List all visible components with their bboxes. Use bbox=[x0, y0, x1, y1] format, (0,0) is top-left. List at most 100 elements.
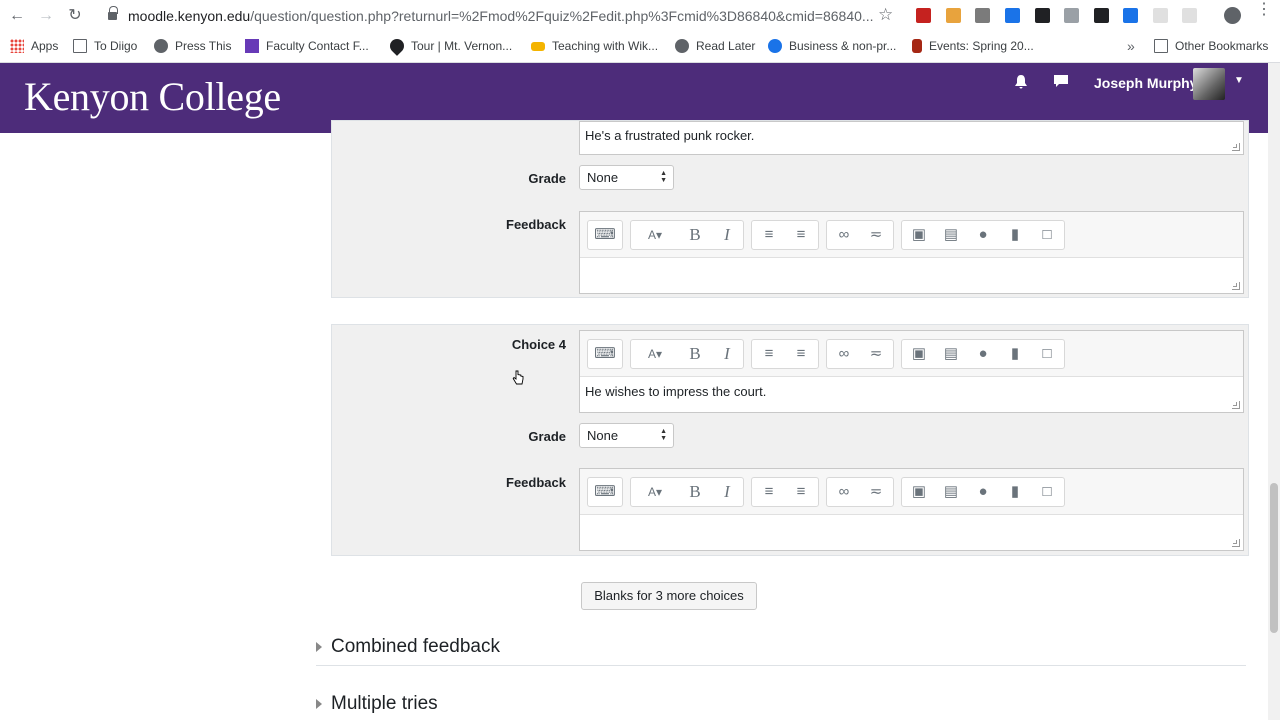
b-extension-icon[interactable] bbox=[1094, 8, 1109, 23]
show-more-buttons-icon[interactable]: ⌨ bbox=[589, 221, 621, 249]
choice-4-editor[interactable]: ⌨ A▾ B I ≡ ≡ ∞ ≂ ▣ ▤ ● ▮ □ He wishes to … bbox=[579, 330, 1244, 413]
pen-extension-icon[interactable] bbox=[946, 8, 961, 23]
browser-menu-icon[interactable]: ⋮ bbox=[1256, 2, 1272, 18]
show-more-buttons-icon[interactable]: ⌨ bbox=[589, 340, 621, 368]
unlink-icon[interactable]: ≂ bbox=[860, 221, 892, 249]
unlink-icon[interactable]: ≂ bbox=[860, 478, 892, 506]
bookmark-star-icon[interactable]: ☆ bbox=[878, 5, 893, 25]
other-bookmarks[interactable]: Other Bookmarks bbox=[1154, 39, 1268, 53]
choice-3-grade-select[interactable]: None ▲ ▼ bbox=[579, 165, 674, 190]
multiple-tries-section[interactable]: Multiple tries bbox=[316, 693, 438, 715]
scrollbar-thumb[interactable] bbox=[1270, 483, 1278, 633]
user-name[interactable]: Joseph Murphy bbox=[1094, 75, 1197, 91]
apps-icon bbox=[10, 39, 24, 53]
font-style-icon[interactable]: A▾ bbox=[633, 478, 677, 506]
feedback-text-area[interactable] bbox=[580, 258, 1243, 293]
link-icon[interactable]: ∞ bbox=[828, 340, 860, 368]
choice-3-editor[interactable]: He's a frustrated punk rocker. bbox=[579, 121, 1244, 155]
user-menu-caret-icon[interactable]: ▼ bbox=[1234, 75, 1244, 86]
media-icon[interactable]: ▤ bbox=[935, 478, 967, 506]
d-extension-icon[interactable] bbox=[1123, 8, 1138, 23]
bookmark-to-diigo[interactable]: To Diigo bbox=[73, 39, 137, 53]
toolbar-group: A▾ B I bbox=[630, 339, 744, 369]
italic-icon[interactable]: I bbox=[711, 478, 743, 506]
reload-icon[interactable]: ↻ bbox=[64, 5, 86, 27]
font-style-icon[interactable]: A▾ bbox=[633, 221, 677, 249]
combined-feedback-section[interactable]: Combined feedback bbox=[316, 636, 500, 658]
choice-3-text[interactable]: He's a frustrated punk rocker. bbox=[580, 122, 1243, 149]
unordered-list-icon[interactable]: ≡ bbox=[753, 478, 785, 506]
address-bar[interactable]: moodle.kenyon.edu/question/question.php?… bbox=[100, 3, 900, 30]
bookmark-business[interactable]: Business & non-pr... bbox=[768, 39, 896, 53]
font-style-icon[interactable]: A▾ bbox=[633, 340, 677, 368]
bold-icon[interactable]: B bbox=[679, 221, 711, 249]
bookmark-tour-mt-vernon[interactable]: Tour | Mt. Vernon... bbox=[387, 36, 512, 56]
resize-handle-icon[interactable] bbox=[1232, 143, 1240, 151]
section-title[interactable]: Multiple tries bbox=[331, 693, 438, 714]
bold-icon[interactable]: B bbox=[679, 340, 711, 368]
link-icon[interactable]: ∞ bbox=[828, 478, 860, 506]
image-icon[interactable]: ▣ bbox=[903, 340, 935, 368]
record-video-icon[interactable]: ▮ bbox=[999, 221, 1031, 249]
unordered-list-icon[interactable]: ≡ bbox=[753, 340, 785, 368]
back-icon[interactable]: ← bbox=[6, 5, 28, 27]
forward-icon[interactable]: → bbox=[35, 5, 57, 27]
bookmark-read-later[interactable]: Read Later bbox=[675, 39, 755, 53]
site-logo[interactable]: Kenyon College bbox=[24, 73, 281, 120]
choice-4-feedback-editor[interactable]: ⌨ A▾ B I ≡ ≡ ∞ ≂ ▣ ▤ ● ▮ □ bbox=[579, 468, 1244, 551]
toolbar-group: ≡ ≡ bbox=[751, 477, 819, 507]
manage-files-icon[interactable]: □ bbox=[1031, 478, 1063, 506]
italic-icon[interactable]: I bbox=[711, 221, 743, 249]
resize-handle-icon[interactable] bbox=[1232, 539, 1240, 547]
bookmark-label: Read Later bbox=[696, 39, 756, 53]
italic-icon[interactable]: I bbox=[711, 340, 743, 368]
ordered-list-icon[interactable]: ≡ bbox=[785, 340, 817, 368]
bookmark-faculty-contact[interactable]: Faculty Contact F... bbox=[245, 39, 369, 53]
messages-icon[interactable] bbox=[1053, 74, 1069, 94]
manage-files-icon[interactable]: □ bbox=[1031, 340, 1063, 368]
notifications-icon[interactable] bbox=[1014, 74, 1028, 95]
choice-4-grade-select[interactable]: None ▲ ▼ bbox=[579, 423, 674, 448]
calendar-extension-icon[interactable] bbox=[916, 8, 931, 23]
unordered-list-icon[interactable]: ≡ bbox=[753, 221, 785, 249]
grid-extension-icon[interactable] bbox=[1182, 8, 1197, 23]
choice-3-feedback-editor[interactable]: ⌨ A▾ B I ≡ ≡ ∞ ≂ ▣ ▤ ● ▮ □ bbox=[579, 211, 1244, 294]
feedback-text-area[interactable] bbox=[580, 515, 1243, 550]
profile-icon[interactable] bbox=[1224, 7, 1241, 24]
h-extension-icon[interactable] bbox=[1064, 8, 1079, 23]
avatar[interactable] bbox=[1193, 68, 1225, 100]
link-icon[interactable]: ∞ bbox=[828, 221, 860, 249]
bookmark-apps[interactable]: Apps bbox=[10, 39, 58, 53]
image-icon[interactable]: ▣ bbox=[903, 478, 935, 506]
image-icon[interactable]: ▣ bbox=[903, 221, 935, 249]
bold-icon[interactable]: B bbox=[679, 478, 711, 506]
ordered-list-icon[interactable]: ≡ bbox=[785, 221, 817, 249]
show-more-buttons-icon[interactable]: ⌨ bbox=[589, 478, 621, 506]
record-audio-icon[interactable]: ● bbox=[967, 221, 999, 249]
s-extension-icon[interactable] bbox=[1005, 8, 1020, 23]
doc-extension-icon[interactable] bbox=[1153, 8, 1168, 23]
record-audio-icon[interactable]: ● bbox=[967, 478, 999, 506]
unlink-icon[interactable]: ≂ bbox=[860, 340, 892, 368]
more-bookmarks-button[interactable]: » bbox=[1127, 38, 1135, 54]
browser-toolbar: ← → ↻ moodle.kenyon.edu/question/questio… bbox=[0, 0, 1280, 33]
bookmark-press-this[interactable]: Press This bbox=[154, 39, 231, 53]
section-title[interactable]: Combined feedback bbox=[331, 636, 500, 657]
resize-handle-icon[interactable] bbox=[1232, 401, 1240, 409]
ordered-list-icon[interactable]: ≡ bbox=[785, 478, 817, 506]
record-audio-icon[interactable]: ● bbox=[967, 340, 999, 368]
play-extension-icon[interactable] bbox=[975, 8, 990, 23]
manage-files-icon[interactable]: □ bbox=[1031, 221, 1063, 249]
media-icon[interactable]: ▤ bbox=[935, 340, 967, 368]
bookmark-teaching-with-wiki[interactable]: Teaching with Wik... bbox=[531, 39, 658, 53]
library-extension-icon[interactable] bbox=[1035, 8, 1050, 23]
bookmark-events[interactable]: Events: Spring 20... bbox=[912, 39, 1034, 53]
page-scrollbar[interactable] bbox=[1268, 63, 1280, 720]
choice-4-text[interactable]: He wishes to impress the court. bbox=[580, 377, 1243, 412]
record-video-icon[interactable]: ▮ bbox=[999, 340, 1031, 368]
resize-handle-icon[interactable] bbox=[1232, 282, 1240, 290]
add-blanks-button[interactable]: Blanks for 3 more choices bbox=[581, 582, 757, 610]
globe-icon bbox=[154, 39, 168, 53]
media-icon[interactable]: ▤ bbox=[935, 221, 967, 249]
record-video-icon[interactable]: ▮ bbox=[999, 478, 1031, 506]
